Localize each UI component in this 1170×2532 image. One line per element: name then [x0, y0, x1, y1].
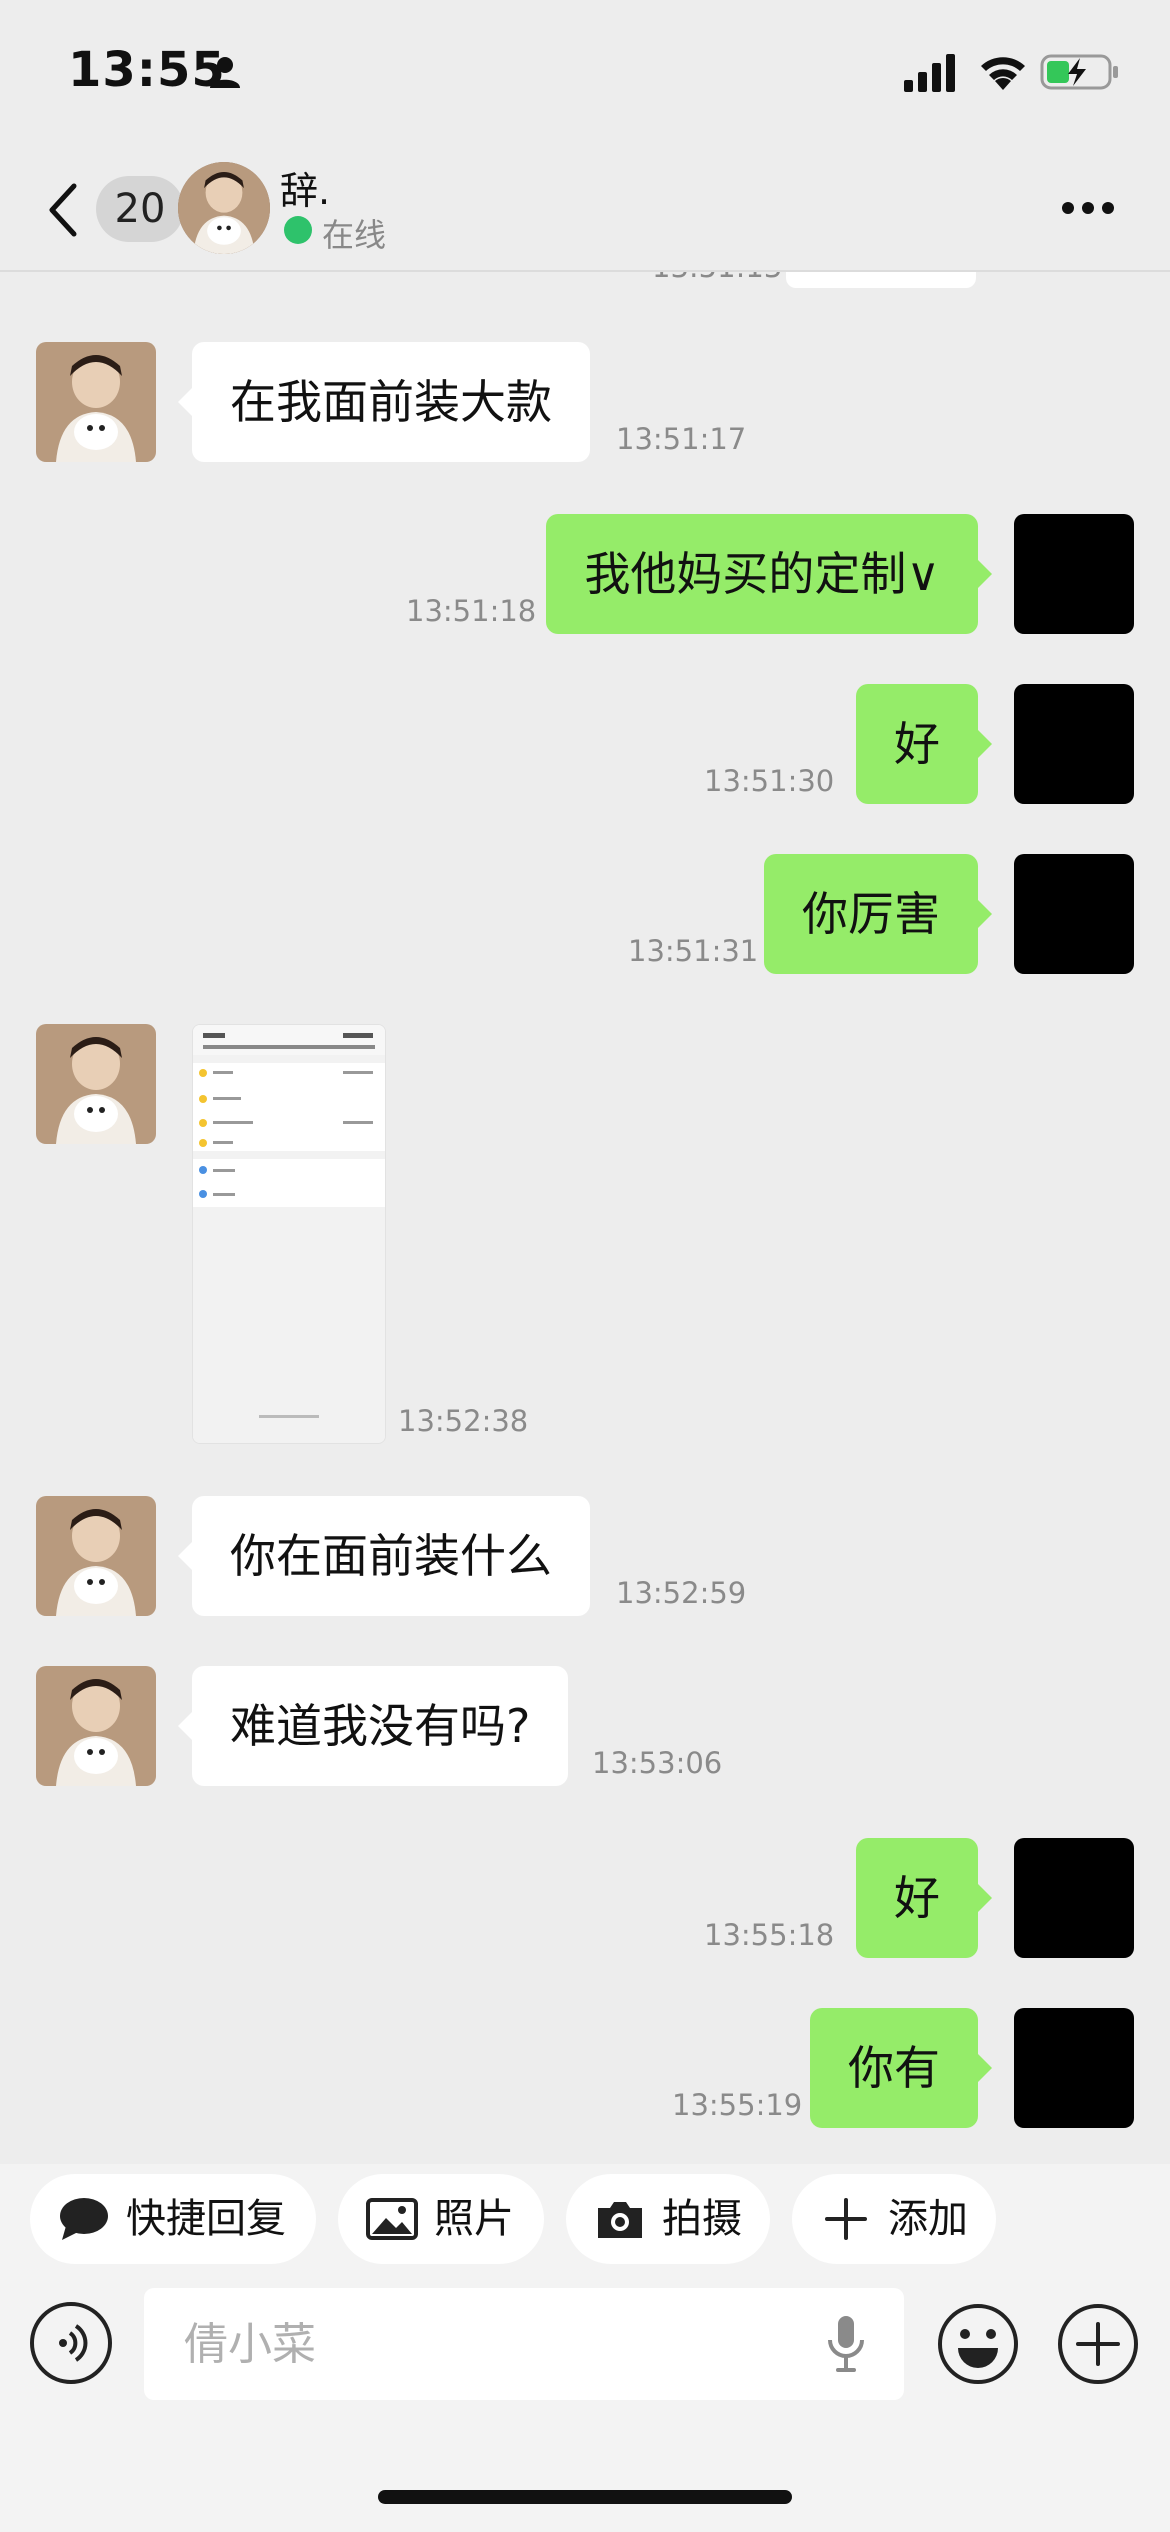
- contact-avatar-message[interactable]: [36, 342, 156, 462]
- home-indicator[interactable]: [378, 2490, 792, 2504]
- my-avatar[interactable]: [1014, 514, 1134, 634]
- avatar-photo: [36, 1496, 156, 1616]
- contact-name[interactable]: 辞.: [280, 160, 330, 215]
- add-label: 添加: [888, 2196, 968, 2242]
- battery-charging-icon: [1040, 54, 1118, 90]
- message-timestamp: 13:51:18: [406, 594, 537, 628]
- chat-bubble-icon: [60, 2198, 108, 2240]
- camera-label: 拍摄: [662, 2196, 742, 2242]
- avatar-photo: [36, 342, 156, 462]
- message-bubble-outgoing[interactable]: 我他妈买的定制∨: [546, 514, 992, 634]
- message-bubble-incoming[interactable]: 你在面前装什么: [178, 1496, 590, 1616]
- input-bar: [0, 2284, 1170, 2532]
- partial-bubble[interactable]: [786, 272, 976, 288]
- more-icon[interactable]: [1060, 200, 1116, 216]
- contact-avatar[interactable]: [178, 162, 270, 254]
- avatar-photo: [36, 1666, 156, 1786]
- message-timestamp: 13:52:59: [616, 1576, 747, 1610]
- voice-toggle-button[interactable]: [30, 2302, 112, 2384]
- online-status-text: 在线: [322, 216, 387, 254]
- partial-timestamp: 13:51:13: [652, 272, 782, 284]
- avatar-photo: [36, 1024, 156, 1144]
- quick-reply-label: 快捷回复: [126, 2196, 286, 2242]
- microphone-icon[interactable]: [826, 2314, 866, 2374]
- contact-avatar-message[interactable]: [36, 1024, 156, 1144]
- photo-chip[interactable]: 照片: [338, 2174, 544, 2264]
- camera-icon: [598, 2202, 642, 2238]
- message-bubble-incoming[interactable]: 在我面前装大款: [178, 342, 590, 462]
- emoji-icon[interactable]: [936, 2302, 1020, 2386]
- quick-action-bar: 快捷回复 照片 拍摄 添加: [0, 2164, 1170, 2284]
- signal-icon: [904, 54, 955, 92]
- message-timestamp: 13:52:38: [398, 1404, 529, 1438]
- person-icon: [210, 57, 240, 88]
- message-bubble-outgoing[interactable]: 你厉害: [764, 854, 992, 974]
- message-timestamp: 13:51:17: [616, 422, 747, 456]
- avatar-photo: [178, 162, 270, 254]
- add-chip[interactable]: 添加: [792, 2174, 996, 2264]
- photo-label: 照片: [434, 2196, 514, 2242]
- unread-count-badge[interactable]: 20: [96, 176, 184, 242]
- quick-reply-chip[interactable]: 快捷回复: [30, 2174, 316, 2264]
- more-functions-icon[interactable]: [1056, 2302, 1140, 2386]
- message-timestamp: 13:55:19: [672, 2088, 803, 2122]
- chat-header: 20 辞. 在线: [0, 150, 1170, 272]
- message-timestamp: 13:55:18: [704, 1918, 835, 1952]
- camera-chip[interactable]: 拍摄: [566, 2174, 770, 2264]
- image-message[interactable]: [192, 1024, 386, 1444]
- message-bubble-outgoing[interactable]: 好: [856, 1838, 992, 1958]
- message-timestamp: 13:53:06: [592, 1746, 723, 1780]
- contact-avatar-message[interactable]: [36, 1666, 156, 1786]
- voice-icon: [59, 2324, 88, 2362]
- message-timestamp: 13:51:30: [704, 764, 835, 798]
- wallet-screenshot-thumbnail: [193, 1025, 385, 1443]
- plus-icon: [825, 2198, 867, 2240]
- online-status-dot: [284, 216, 312, 244]
- image-icon: [366, 2198, 418, 2240]
- message-bubble-incoming[interactable]: 难道我没有吗?: [177, 1666, 569, 1786]
- my-avatar[interactable]: [1014, 854, 1134, 974]
- wifi-icon: [981, 57, 1025, 90]
- my-avatar[interactable]: [1014, 1838, 1134, 1958]
- my-avatar[interactable]: [1014, 2008, 1134, 2128]
- message-bubble-outgoing[interactable]: 好: [856, 684, 992, 804]
- contact-avatar-message[interactable]: [36, 1496, 156, 1616]
- back-icon[interactable]: [44, 180, 84, 240]
- chat-message-list[interactable]: 13:51:13 在我面前装大款 13:51:17 我他妈买的定制∨ 13:51…: [0, 272, 1170, 2164]
- message-timestamp: 13:51:31: [628, 934, 759, 968]
- my-avatar[interactable]: [1014, 684, 1134, 804]
- message-bubble-outgoing[interactable]: 你有: [810, 2008, 992, 2128]
- status-time: 13:55: [68, 42, 226, 98]
- status-bar: 13:55: [0, 0, 1170, 150]
- message-input[interactable]: [144, 2288, 904, 2400]
